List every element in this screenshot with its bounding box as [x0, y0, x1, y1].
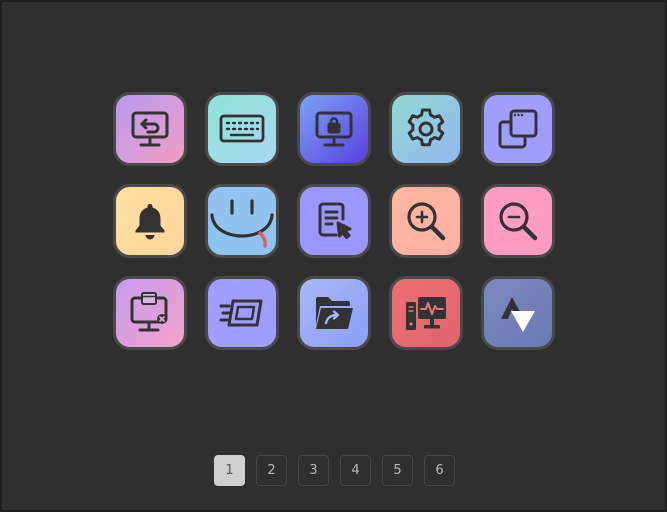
- icon-grid: [113, 92, 555, 350]
- computer-monitor-activity-icon: [406, 297, 446, 330]
- page-button-1[interactable]: 1: [214, 455, 245, 486]
- tile-screen-close-window[interactable]: [113, 276, 187, 350]
- pagination: 123456: [214, 455, 455, 486]
- page-button-2[interactable]: 2: [256, 455, 287, 486]
- page-button-3[interactable]: 3: [298, 455, 329, 486]
- page-button-5[interactable]: 5: [382, 455, 413, 486]
- tile-settings[interactable]: [389, 92, 463, 166]
- screen-lock-icon: [315, 111, 353, 147]
- tile-screen-restore[interactable]: [113, 92, 187, 166]
- zoom-in-icon: [407, 202, 446, 241]
- tile-zoom-out[interactable]: [481, 184, 555, 258]
- fast-window-icon: [219, 299, 263, 327]
- smiley-face-icon: [210, 199, 274, 248]
- tile-zoom-in[interactable]: [389, 184, 463, 258]
- tile-keyboard[interactable]: [205, 92, 279, 166]
- tile-smiley[interactable]: [205, 184, 279, 258]
- document-cursor-icon: [318, 202, 352, 239]
- page-button-4[interactable]: 4: [340, 455, 371, 486]
- folder-share-icon: [316, 297, 353, 329]
- screen-restore-icon: [131, 111, 169, 147]
- tile-notifications[interactable]: [113, 184, 187, 258]
- tile-fast-window[interactable]: [205, 276, 279, 350]
- bell-icon: [135, 204, 165, 240]
- screen-close-window-icon: [130, 292, 168, 332]
- keyboard-icon: [219, 114, 265, 143]
- tile-document-select[interactable]: [297, 184, 371, 258]
- tile-system-monitor[interactable]: [389, 276, 463, 350]
- tile-window-copy[interactable]: [481, 92, 555, 166]
- window-copy-icon: [498, 109, 538, 149]
- gear-icon: [407, 108, 445, 147]
- page-button-6[interactable]: 6: [424, 455, 455, 486]
- up-down-arrows-logo-icon: [501, 297, 535, 332]
- zoom-out-icon: [499, 202, 538, 241]
- tile-screen-lock[interactable]: [297, 92, 371, 166]
- tile-up-down-arrows[interactable]: [481, 276, 555, 350]
- tile-folder-share[interactable]: [297, 276, 371, 350]
